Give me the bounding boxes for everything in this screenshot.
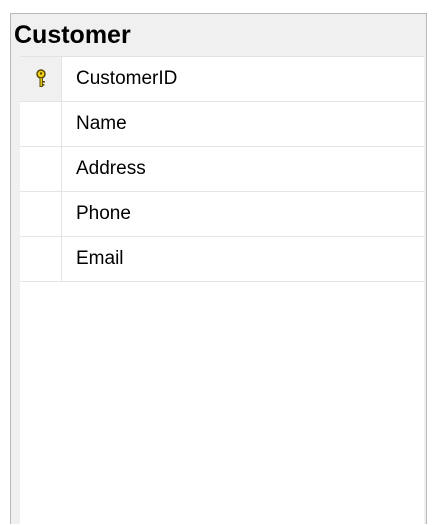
column-name: CustomerID bbox=[76, 68, 178, 89]
column-row-email[interactable]: Email bbox=[20, 237, 424, 282]
row-selector[interactable] bbox=[20, 192, 62, 236]
row-selector[interactable] bbox=[20, 147, 62, 191]
column-grid: CustomerID Name Address Phone Email bbox=[20, 56, 424, 525]
column-row-phone[interactable]: Phone bbox=[20, 192, 424, 237]
column-name: Name bbox=[76, 113, 127, 134]
column-name: Email bbox=[76, 248, 124, 269]
column-row-customerid[interactable]: CustomerID bbox=[20, 57, 424, 102]
column-name: Phone bbox=[76, 203, 131, 224]
row-selector[interactable] bbox=[20, 102, 62, 146]
table-designer-box[interactable]: Customer CustomerID Name Address Phone E… bbox=[10, 13, 427, 525]
row-selector[interactable] bbox=[20, 237, 62, 281]
row-selector[interactable] bbox=[20, 57, 62, 101]
column-row-name[interactable]: Name bbox=[20, 102, 424, 147]
key-icon bbox=[34, 69, 48, 89]
column-row-address[interactable]: Address bbox=[20, 147, 424, 192]
table-title: Customer bbox=[14, 21, 131, 49]
column-name: Address bbox=[76, 158, 146, 179]
